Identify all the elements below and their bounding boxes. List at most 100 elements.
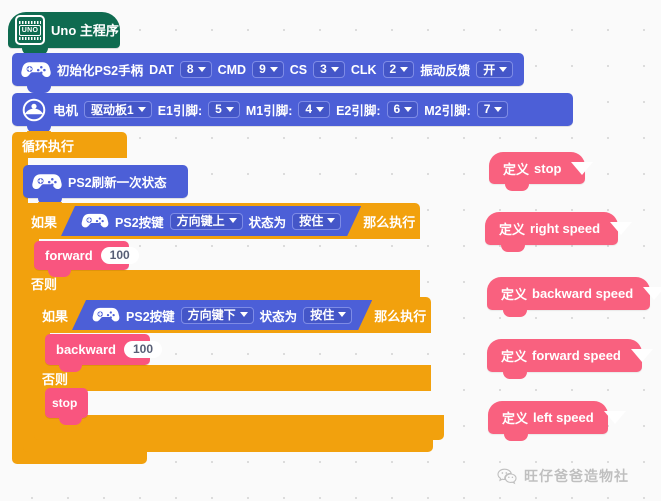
- block-if-else-outer-header[interactable]: 如果 PS2按键 方向键上 状态为 按住 那么执行: [23, 202, 420, 239]
- uno-pins-deco: [19, 20, 41, 24]
- dropdown-m1-pin[interactable]: 4: [298, 101, 331, 118]
- chevron-down-icon[interactable]: [571, 161, 594, 175]
- chevron-down-icon: [269, 66, 278, 72]
- define-block-left-speed[interactable]: 定义 left speed: [488, 401, 626, 441]
- block-forward[interactable]: forward 100: [34, 241, 139, 277]
- field-label-m2: M2引脚:: [424, 104, 471, 118]
- block-notch: [59, 417, 82, 425]
- motor-fields: 电机 驱动板1 E1引脚: 5 M1引脚: 4 E2引脚: 6 M2引脚: 7: [53, 100, 516, 119]
- dropdown-ps2-state-inner[interactable]: 按住: [303, 307, 352, 324]
- define-prefix-4: 定义: [502, 411, 529, 426]
- define-block-backward-speed[interactable]: 定义 backward speed: [487, 277, 661, 317]
- dropdown-cmd-pin-value: 9: [259, 62, 266, 76]
- dropdown-driver-board[interactable]: 驱动板1: [84, 101, 152, 118]
- block-stop[interactable]: stop: [45, 388, 88, 425]
- hat-block-label: Uno 主程序: [51, 22, 119, 38]
- chevron-down-icon: [197, 66, 206, 72]
- watermark: 旺仔爸爸造物社: [497, 466, 629, 486]
- motor-driver-icon: [21, 98, 47, 122]
- hat-block-uno-main[interactable]: UNO Uno 主程序: [8, 12, 120, 55]
- field-label-vibration: 振动反馈: [420, 64, 471, 78]
- boolean-slot-outer[interactable]: PS2按键 方向键上 状态为 按住: [61, 206, 361, 236]
- dropdown-m2-pin[interactable]: 7: [476, 101, 509, 118]
- dropdown-cs-pin-value: 3: [320, 62, 327, 76]
- dropdown-vibration[interactable]: 开: [476, 61, 514, 78]
- chevron-down-icon[interactable]: [610, 222, 633, 235]
- dropdown-ps2-state-inner-value: 按住: [310, 308, 335, 322]
- chevron-down-icon: [327, 218, 335, 223]
- then-label-outer: 那么执行: [363, 214, 416, 230]
- field-label-cs: CS: [289, 62, 308, 77]
- chevron-down-icon[interactable]: [630, 349, 653, 362]
- motor-label: 电机: [53, 104, 79, 118]
- dropdown-ps2-button-inner[interactable]: 方向键下: [181, 307, 254, 324]
- dropdown-e2-pin[interactable]: 6: [386, 101, 419, 118]
- block-motor-driver-config[interactable]: 电机 驱动板1 E1引脚: 5 M1引脚: 4 E2引脚: 6 M2引脚: 7: [12, 93, 573, 133]
- forward-speed-input[interactable]: 100: [100, 247, 139, 264]
- chevron-down-icon: [400, 66, 409, 72]
- define-name-2: backward speed: [532, 286, 634, 301]
- define-prefix-0: 定义: [503, 161, 530, 177]
- dropdown-m1-pin-value: 4: [305, 102, 313, 116]
- dropdown-clk-pin[interactable]: 2: [382, 61, 415, 78]
- dropdown-m2-pin-value: 7: [483, 102, 491, 116]
- chevron-down-icon[interactable]: [603, 411, 626, 424]
- boolean-slot-inner[interactable]: PS2按键 方向键下 状态为 按住: [72, 300, 372, 330]
- block-notch: [505, 183, 529, 191]
- block-ps2-button-state-inner[interactable]: PS2按键 方向键下 状态为 按住: [72, 300, 372, 330]
- dropdown-ps2-state-outer[interactable]: 按住: [292, 213, 341, 230]
- block-backward[interactable]: backward 100: [45, 334, 163, 372]
- dropdown-dat-pin-value: 8: [186, 62, 194, 76]
- chevron-down-icon: [499, 66, 508, 72]
- chevron-down-icon: [494, 106, 503, 112]
- block-if-inner-else-bar: 否则: [34, 365, 431, 391]
- chevron-down-icon[interactable]: [643, 287, 661, 300]
- define-name-4: left speed: [533, 410, 594, 425]
- define-name-0: stop: [534, 160, 562, 176]
- block-forever-header[interactable]: 循环执行: [12, 131, 127, 158]
- field-label-dat: DAT: [149, 62, 174, 77]
- init-ps2-fields: 初始化PS2手柄 DAT 8 CMD 9 CS 3 CLK 2 振动反馈 开: [57, 60, 521, 79]
- block-notch: [27, 85, 51, 93]
- gamepad-icon: [81, 211, 109, 231]
- define-block-right-speed[interactable]: 定义 right speed: [485, 212, 633, 252]
- ps2-button-label-inner: PS2按键: [126, 309, 175, 324]
- forward-label: forward: [45, 248, 93, 263]
- field-label-clk: CLK: [350, 62, 377, 77]
- field-label-e1: E1引脚:: [157, 104, 203, 118]
- define-block-forward-speed[interactable]: 定义 forward speed: [487, 339, 653, 379]
- block-if-outer-else-bar: 否则: [23, 270, 420, 297]
- backward-speed-input[interactable]: 100: [123, 341, 163, 358]
- block-notch: [501, 244, 525, 252]
- define-block-stop[interactable]: 定义 stop: [489, 152, 594, 191]
- block-init-ps2-gamepad[interactable]: 初始化PS2手柄 DAT 8 CMD 9 CS 3 CLK 2 振动反馈 开: [12, 53, 524, 93]
- block-workspace-canvas[interactable]: UNO Uno 主程序 初始化PS2手柄 DAT 8 CMD 9 CS 3 CL…: [0, 0, 661, 501]
- dropdown-ps2-button-inner-value: 方向键下: [187, 308, 236, 322]
- chevron-down-icon: [404, 106, 413, 112]
- dropdown-cmd-pin[interactable]: 9: [252, 61, 284, 78]
- dropdown-ps2-button-outer[interactable]: 方向键上: [170, 213, 243, 230]
- ps2-button-label-outer: PS2按键: [115, 215, 164, 230]
- chevron-down-icon: [225, 106, 234, 112]
- uno-badge-text: UNO: [18, 24, 42, 36]
- dropdown-dat-pin[interactable]: 8: [179, 61, 212, 78]
- dropdown-e2-pin-value: 6: [393, 102, 401, 116]
- define-prefix-1: 定义: [499, 222, 526, 237]
- block-ps2-refresh-state[interactable]: PS2刷新一次状态: [23, 165, 188, 205]
- block-notch: [49, 296, 73, 301]
- define-prefix-3: 定义: [501, 349, 528, 364]
- field-label-cmd: CMD: [217, 62, 247, 77]
- block-notch: [503, 371, 527, 379]
- block-notch: [59, 364, 82, 372]
- define-name-1: right speed: [530, 221, 601, 236]
- stop-label: stop: [52, 396, 78, 410]
- block-notch: [48, 269, 71, 277]
- block-ps2-button-state-outer[interactable]: PS2按键 方向键上 状态为 按住: [61, 206, 361, 236]
- wechat-icon: [497, 468, 517, 485]
- if-label-outer: 如果: [31, 214, 58, 230]
- block-if-else-inner-header[interactable]: 如果 PS2按键 方向键下 状态为 按住 那么执行: [34, 296, 431, 333]
- dropdown-ps2-state-outer-value: 按住: [299, 214, 324, 228]
- dropdown-e1-pin[interactable]: 5: [208, 101, 240, 118]
- dropdown-cs-pin[interactable]: 3: [313, 61, 345, 78]
- chevron-down-icon: [338, 312, 346, 317]
